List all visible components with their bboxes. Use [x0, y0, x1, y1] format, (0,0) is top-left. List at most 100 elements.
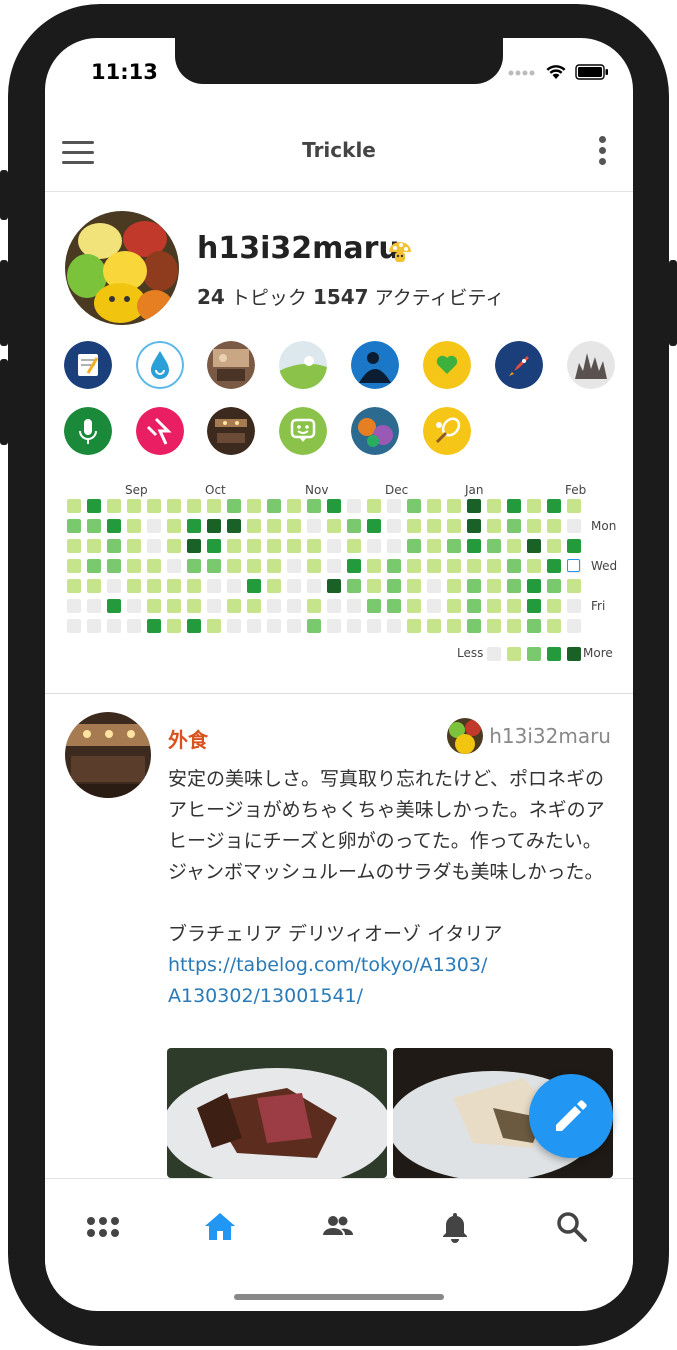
post-topic-name[interactable]: 外食 [168, 724, 208, 753]
heatmap-cell [387, 539, 401, 553]
post-photo-steak[interactable] [167, 1048, 387, 1178]
heatmap-cell [567, 579, 581, 593]
field-photo[interactable] [279, 341, 327, 389]
app-title: Trickle [302, 138, 376, 162]
heatmap-cell [247, 539, 261, 553]
heatmap-cell [147, 519, 161, 533]
profile-stats: 24 トピック 1547 アクティビティ [197, 283, 504, 310]
game-photo[interactable] [351, 407, 399, 455]
heatmap-cell [567, 539, 581, 553]
post-author[interactable]: h13i32maru [447, 718, 611, 754]
legend-swatch [567, 647, 581, 661]
people-icon[interactable] [317, 1207, 357, 1247]
heatmap-cell [487, 519, 501, 533]
reader-icon[interactable] [351, 341, 399, 389]
heatmap-cell [127, 619, 141, 633]
heatmap-cell [147, 559, 161, 573]
mushroom-icon [389, 242, 411, 262]
heatmap-cell [467, 559, 481, 573]
heatmap-cell [507, 559, 521, 573]
compose-button[interactable] [529, 1074, 613, 1158]
heatmap-cell [67, 499, 81, 513]
heart-icon[interactable] [423, 341, 471, 389]
heatmap-cell [247, 599, 261, 613]
heatmap-cell [507, 579, 521, 593]
bell-icon[interactable] [435, 1207, 475, 1247]
heatmap-cell [167, 499, 181, 513]
heatmap-cell [67, 519, 81, 533]
heatmap-cell [507, 519, 521, 533]
heatmap-cell [207, 499, 221, 513]
heatmap-cell [87, 519, 101, 533]
heatmap-cell [547, 519, 561, 533]
heatmap-cell [487, 599, 501, 613]
heatmap-cell [227, 519, 241, 533]
heatmap-cell [167, 579, 181, 593]
heatmap-month-label: Sep [125, 483, 148, 497]
heatmap-cell [407, 579, 421, 593]
heatmap-today-cell [567, 559, 580, 572]
heatmap-cell [87, 599, 101, 613]
activity-heatmap: Sep Oct Nov Dec Jan Feb Mon Wed Fri Less More [67, 483, 627, 673]
microphone-icon[interactable] [64, 407, 112, 455]
heatmap-cell [467, 499, 481, 513]
heatmap-cell [67, 619, 81, 633]
vertical-dots-icon[interactable] [599, 136, 607, 169]
heatmap-cell [467, 619, 481, 633]
heatmap-cell [287, 499, 301, 513]
heatmap-cell [407, 539, 421, 553]
profile-avatar[interactable] [65, 211, 179, 325]
heatmap-cell [267, 539, 281, 553]
heatmap-cell [327, 539, 341, 553]
heatmap-cell [107, 619, 121, 633]
post-topic-avatar[interactable] [65, 712, 151, 798]
lightning-icon[interactable] [136, 407, 184, 455]
heatmap-cell [387, 559, 401, 573]
profile-section: h13i32maru 24 トピック 1547 アクティビティ Sep Oct No… [45, 191, 633, 693]
heatmap-cell [167, 559, 181, 573]
heatmap-cell [147, 599, 161, 613]
restaurant-photo[interactable] [207, 407, 255, 455]
heatmap-cell [127, 579, 141, 593]
heatmap-cell [327, 619, 341, 633]
heatmap-cell [307, 519, 321, 533]
note-icon[interactable] [64, 341, 112, 389]
post-link[interactable]: https://tabelog.com/tokyo/A1303/A130302/… [168, 954, 487, 1007]
apps-icon[interactable] [83, 1207, 123, 1247]
heatmap-month-label: Dec [385, 483, 409, 497]
heatmap-cell [287, 559, 301, 573]
heatmap-cell [167, 519, 181, 533]
chat-icon[interactable] [279, 407, 327, 455]
home-icon[interactable] [200, 1207, 240, 1247]
heatmap-month-label: Feb [565, 483, 587, 497]
rocket-icon[interactable] [495, 341, 543, 389]
tennis-icon[interactable] [423, 407, 471, 455]
castle-photo[interactable] [567, 341, 615, 389]
heatmap-cell [187, 579, 201, 593]
room-photo[interactable] [207, 341, 255, 389]
heatmap-cell [367, 579, 381, 593]
topics-label: トピック [224, 287, 313, 309]
heatmap-cell [307, 499, 321, 513]
heatmap-cell [127, 599, 141, 613]
heatmap-cell [67, 559, 81, 573]
heatmap-cell [227, 539, 241, 553]
heatmap-cell [327, 499, 341, 513]
heatmap-cell [127, 539, 141, 553]
heatmap-cell [187, 619, 201, 633]
heatmap-cell [347, 499, 361, 513]
water-drop-icon[interactable] [136, 341, 184, 389]
status-indicators [507, 64, 609, 80]
heatmap-cell [147, 579, 161, 593]
heatmap-cell [507, 539, 521, 553]
heatmap-cell [247, 559, 261, 573]
search-icon[interactable] [552, 1207, 592, 1247]
heatmap-cell [287, 519, 301, 533]
heatmap-cell [367, 539, 381, 553]
heatmap-cell [427, 579, 441, 593]
heatmap-cell [347, 539, 361, 553]
heatmap-cell [387, 599, 401, 613]
legend-less-label: Less [457, 646, 484, 660]
heatmap-month-label: Nov [305, 483, 329, 497]
heatmap-cell [347, 599, 361, 613]
